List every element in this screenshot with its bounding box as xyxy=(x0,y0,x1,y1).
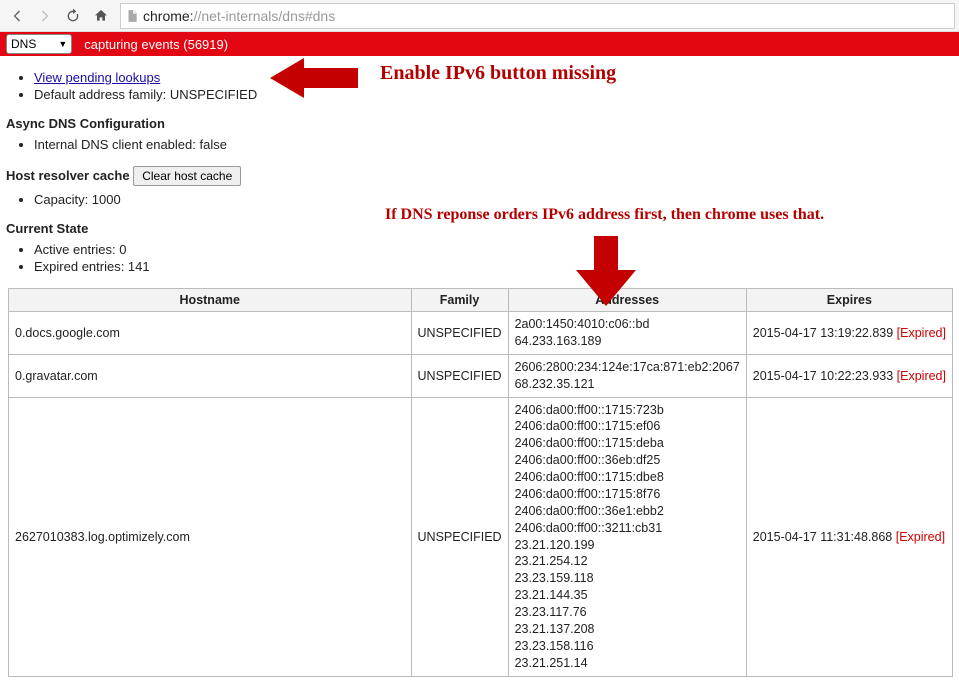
annotation-text-top: Enable IPv6 button missing xyxy=(380,62,616,85)
default-family-item: Default address family: UNSPECIFIED xyxy=(34,87,951,102)
clear-cache-button[interactable]: Clear host cache xyxy=(133,166,241,186)
capacity-item: Capacity: 1000 xyxy=(34,192,951,207)
cell-hostname: 0.docs.google.com xyxy=(9,312,412,355)
capture-bar: DNS ▼ capturing events (56919) xyxy=(0,32,959,56)
table-row: 2627010383.log.optimizely.comUNSPECIFIED… xyxy=(9,397,953,676)
table-row: 0.gravatar.comUNSPECIFIED2606:2800:234:1… xyxy=(9,354,953,397)
state-list: Active entries: 0 Expired entries: 141 xyxy=(34,242,951,274)
cell-family: UNSPECIFIED xyxy=(411,354,508,397)
url-text: chrome://net-internals/dns#dns xyxy=(143,8,954,24)
page-content: View pending lookups Default address fam… xyxy=(0,56,959,697)
address-bar[interactable]: chrome://net-internals/dns#dns xyxy=(120,3,955,29)
cell-expires: 2015-04-17 10:22:23.933 [Expired] xyxy=(746,354,952,397)
col-family: Family xyxy=(411,289,508,312)
annotation-arrow-down xyxy=(576,236,636,309)
cell-addresses: 2a00:1450:4010:c06::bd64.233.163.189 xyxy=(508,312,746,355)
section-selector-value: DNS xyxy=(11,37,36,51)
cell-addresses: 2406:da00:ff00::1715:723b2406:da00:ff00:… xyxy=(508,397,746,676)
cell-family: UNSPECIFIED xyxy=(411,397,508,676)
cell-expires: 2015-04-17 13:19:22.839 [Expired] xyxy=(746,312,952,355)
async-item: Internal DNS client enabled: false xyxy=(34,137,951,152)
reload-button[interactable] xyxy=(60,3,86,29)
capture-status: capturing events (56919) xyxy=(84,37,228,52)
section-selector[interactable]: DNS ▼ xyxy=(6,34,72,54)
table-header-row: Hostname Family Addresses Expires xyxy=(9,289,953,312)
browser-toolbar: chrome://net-internals/dns#dns xyxy=(0,0,959,32)
expired-entries-item: Expired entries: 141 xyxy=(34,259,951,274)
expired-tag: [Expired] xyxy=(897,326,946,340)
back-button[interactable] xyxy=(4,3,30,29)
cell-hostname: 0.gravatar.com xyxy=(9,354,412,397)
expired-tag: [Expired] xyxy=(896,530,945,544)
cell-addresses: 2606:2800:234:124e:17ca:871:eb2:206768.2… xyxy=(508,354,746,397)
annotation-text-mid: If DNS reponse orders IPv6 address first… xyxy=(385,206,824,224)
page-icon xyxy=(121,9,143,23)
expired-tag: [Expired] xyxy=(897,369,946,383)
annotation-arrow-left xyxy=(270,54,358,105)
cell-hostname: 2627010383.log.optimizely.com xyxy=(9,397,412,676)
col-expires: Expires xyxy=(746,289,952,312)
async-heading: Async DNS Configuration xyxy=(6,116,951,131)
cell-expires: 2015-04-17 11:31:48.868 [Expired] xyxy=(746,397,952,676)
dns-table: Hostname Family Addresses Expires 0.docs… xyxy=(8,288,953,677)
resolver-list: Capacity: 1000 xyxy=(34,192,951,207)
cell-family: UNSPECIFIED xyxy=(411,312,508,355)
home-button[interactable] xyxy=(88,3,114,29)
pending-lookups-link[interactable]: View pending lookups xyxy=(34,70,160,85)
col-hostname: Hostname xyxy=(9,289,412,312)
forward-button[interactable] xyxy=(32,3,58,29)
async-list: Internal DNS client enabled: false xyxy=(34,137,951,152)
table-row: 0.docs.google.comUNSPECIFIED2a00:1450:40… xyxy=(9,312,953,355)
dropdown-icon: ▼ xyxy=(58,39,67,49)
active-entries-item: Active entries: 0 xyxy=(34,242,951,257)
resolver-heading: Host resolver cache xyxy=(6,168,130,183)
resolver-row: Host resolver cache Clear host cache xyxy=(6,166,951,186)
